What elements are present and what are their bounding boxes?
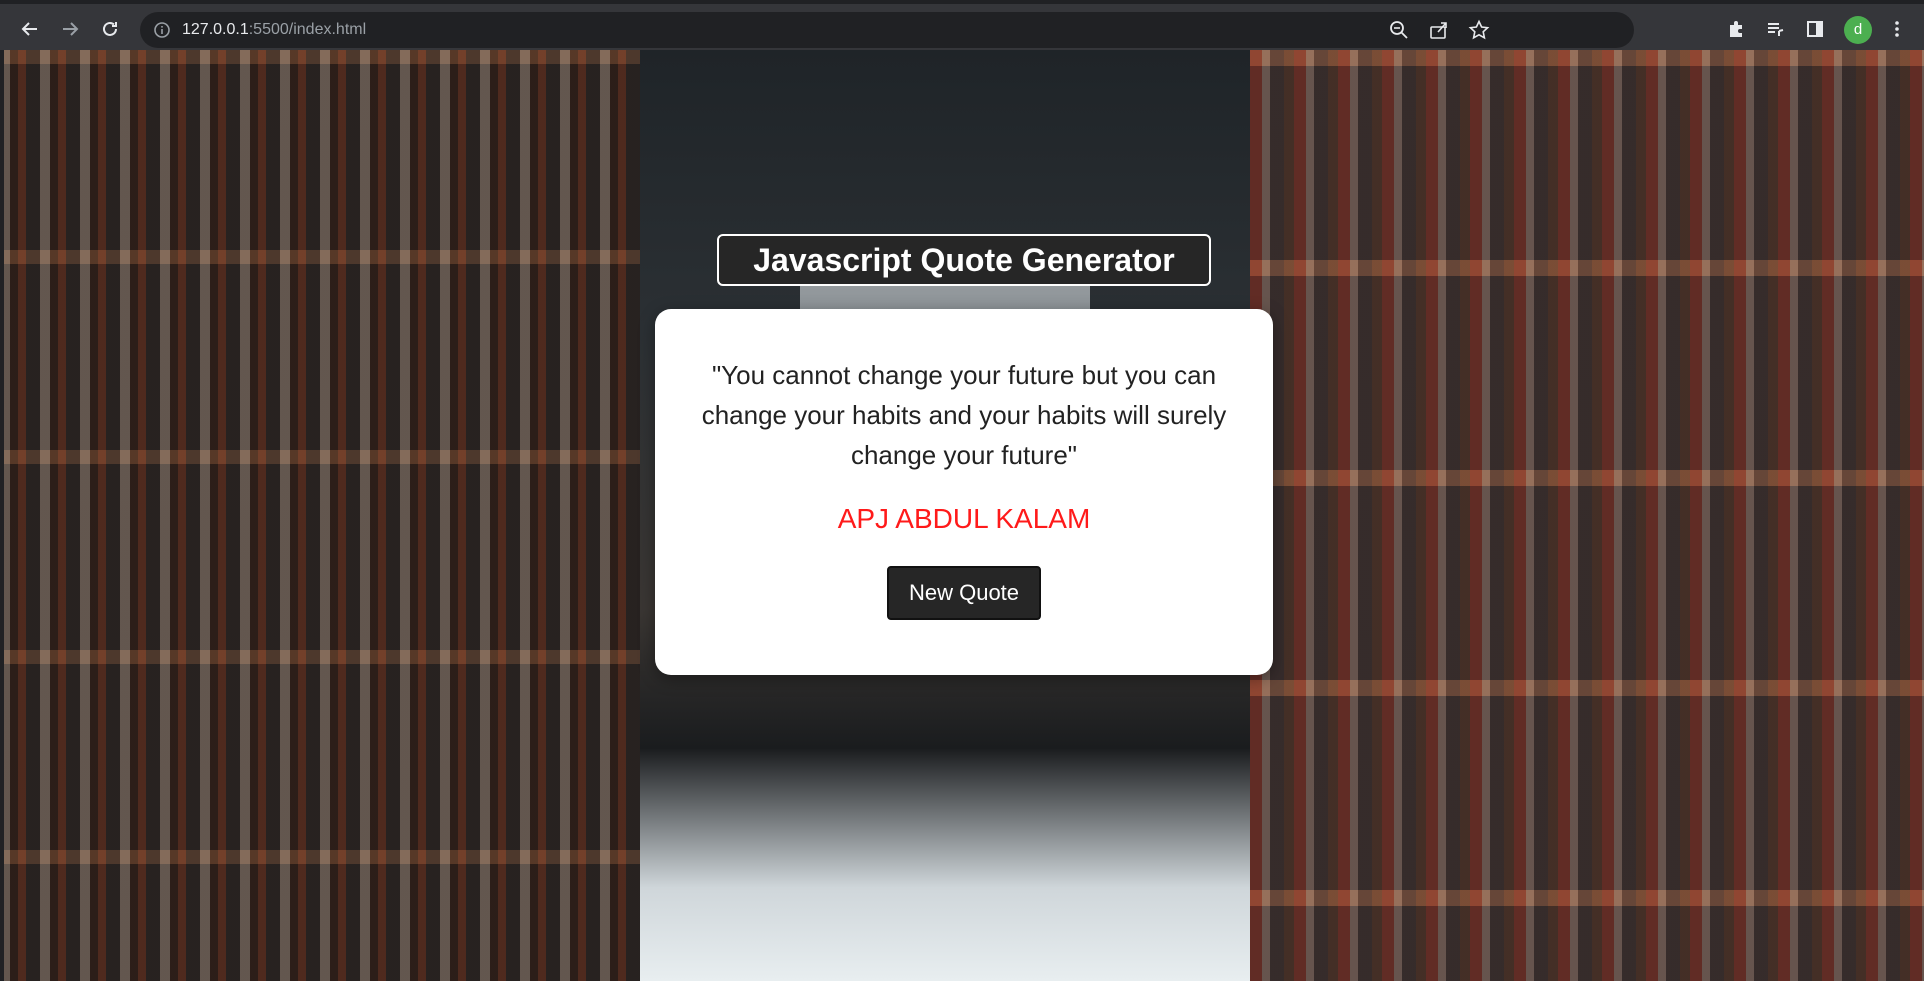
info-icon[interactable]: [152, 20, 172, 40]
address-bar[interactable]: 127.0.0.1:5500/index.html: [140, 12, 1634, 48]
quote-card: "You cannot change your future but you c…: [655, 309, 1273, 675]
browser-toolbar: 127.0.0.1:5500/index.html d: [0, 0, 1924, 50]
media-button[interactable]: [1759, 13, 1791, 45]
arrow-right-icon: [63, 22, 79, 36]
back-button[interactable]: [14, 13, 46, 45]
puzzle-icon: [1730, 21, 1742, 37]
url-path: :5500/index.html: [248, 21, 367, 38]
extensions-button[interactable]: [1720, 13, 1752, 45]
arrow-left-icon: [21, 22, 37, 36]
side-panel-button[interactable]: [1799, 13, 1831, 45]
background-bookshelf-left: [0, 50, 640, 981]
menu-button[interactable]: [1881, 13, 1913, 45]
kebab-menu-icon: [1895, 21, 1899, 37]
quote-author: APJ ABDUL KALAM: [837, 503, 1091, 534]
zoom-icon[interactable]: [1388, 19, 1410, 41]
forward-button[interactable]: [54, 13, 86, 45]
side-panel-icon: [1807, 21, 1823, 37]
reload-icon: [103, 21, 117, 36]
share-icon[interactable]: [1428, 19, 1450, 41]
quote-text: "You cannot change your future but you c…: [701, 360, 1227, 470]
playlist-icon: [1768, 23, 1784, 36]
profile-avatar[interactable]: d: [1844, 16, 1872, 44]
background-bookshelf-right: [1250, 50, 1924, 981]
page-title: Javascript Quote Generator: [717, 234, 1211, 286]
url-host: 127.0.0.1: [182, 21, 249, 38]
new-quote-button[interactable]: New Quote: [887, 566, 1041, 620]
url-text[interactable]: 127.0.0.1:5500/index.html: [182, 12, 366, 48]
reload-button[interactable]: [94, 13, 126, 45]
star-icon[interactable]: [1468, 19, 1490, 41]
